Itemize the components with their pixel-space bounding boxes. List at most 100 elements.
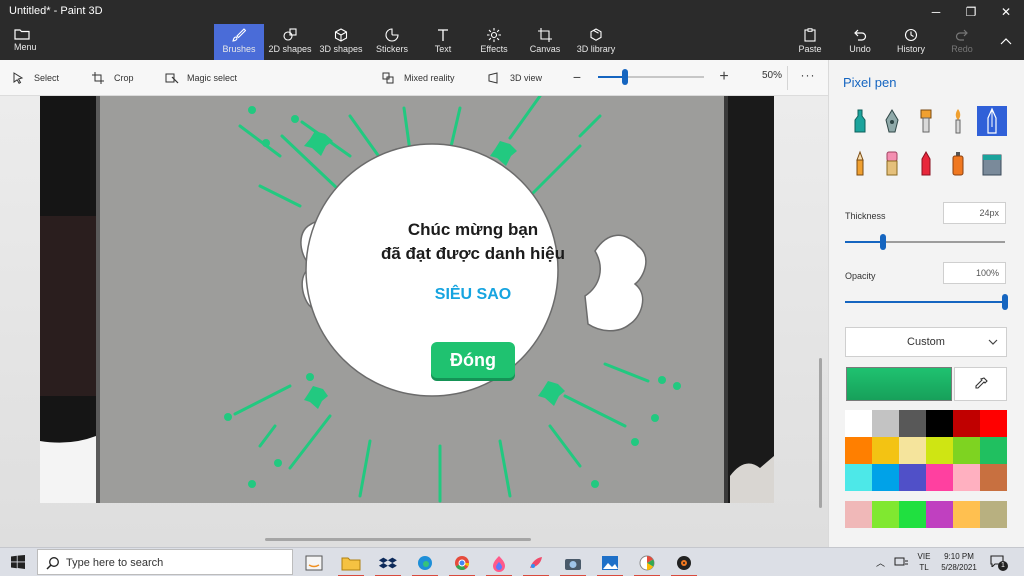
color-swatch[interactable]: [899, 410, 926, 437]
zoom-value[interactable]: 50%: [750, 70, 782, 81]
zoom-slider[interactable]: [598, 69, 704, 85]
taskbar-app-dropbox[interactable]: [372, 548, 404, 576]
color-swatch[interactable]: [845, 410, 872, 437]
minimize-button[interactable]: ─: [919, 0, 953, 24]
tab-stickers[interactable]: Stickers: [370, 24, 414, 60]
eyedropper-button[interactable]: [954, 367, 1007, 401]
taskbar-app-amazon[interactable]: [298, 548, 330, 576]
color-swatch[interactable]: [899, 464, 926, 491]
taskbar-app-paint-3d[interactable]: [520, 548, 552, 576]
vertical-scrollbar[interactable]: [819, 358, 822, 508]
network-icon[interactable]: [893, 555, 909, 569]
undo-button[interactable]: Undo: [846, 24, 874, 60]
popup-close-button[interactable]: Đóng: [431, 342, 515, 378]
zoom-in-button[interactable]: +: [716, 68, 732, 86]
tray-chevron-icon[interactable]: ︿: [876, 556, 885, 569]
custom-color-swatch[interactable]: [953, 501, 980, 528]
tab-brushes[interactable]: Brushes: [214, 24, 264, 60]
camera-icon: [565, 559, 581, 570]
current-color-swatch[interactable]: [846, 367, 952, 401]
taskbar-app-media-player[interactable]: [668, 548, 700, 576]
color-swatch[interactable]: [953, 437, 980, 464]
thickness-input[interactable]: [943, 202, 1006, 224]
taskbar-app-color-app[interactable]: [631, 548, 663, 576]
start-button[interactable]: [0, 548, 36, 576]
more-options-button[interactable]: ···: [800, 68, 816, 82]
tool-pixel-pen[interactable]: [977, 106, 1007, 136]
custom-color-swatch[interactable]: [899, 501, 926, 528]
color-swatch[interactable]: [980, 410, 1007, 437]
color-swatch[interactable]: [872, 410, 899, 437]
horizontal-scrollbar[interactable]: [265, 538, 531, 541]
tab-3d-library[interactable]: 3D library: [574, 24, 618, 60]
redo-button[interactable]: Redo: [948, 24, 976, 60]
tool-marker[interactable]: [845, 106, 875, 136]
pixel-pen-icon: [987, 107, 997, 134]
tab-text[interactable]: Text: [424, 24, 462, 60]
chrome-icon: [455, 556, 470, 570]
color-swatch[interactable]: [980, 437, 1007, 464]
opacity-input[interactable]: [943, 262, 1006, 284]
magic-select-icon: [165, 73, 179, 84]
undo-label: Undo: [849, 44, 871, 54]
canvas-icon: [538, 28, 552, 42]
custom-color-swatch[interactable]: [980, 501, 1007, 528]
tool-eraser[interactable]: [877, 148, 907, 178]
tab-2d-shapes[interactable]: 2D shapes: [266, 24, 314, 60]
opacity-slider[interactable]: [845, 294, 1008, 310]
tab-3d-shapes[interactable]: 3D shapes: [317, 24, 365, 60]
custom-color-swatch[interactable]: [926, 501, 953, 528]
color-swatch[interactable]: [845, 437, 872, 464]
color-swatch[interactable]: [926, 437, 953, 464]
color-swatch[interactable]: [980, 464, 1007, 491]
color-swatch[interactable]: [926, 410, 953, 437]
drawing-canvas[interactable]: Chúc mừng bạn đã đạt được danh hiệu SIÊU…: [40, 96, 774, 503]
taskbar-app-file-explorer[interactable]: [335, 548, 367, 576]
color-swatch[interactable]: [953, 464, 980, 491]
tool-fill[interactable]: [977, 148, 1007, 178]
color-swatch[interactable]: [872, 437, 899, 464]
color-swatch[interactable]: [845, 464, 872, 491]
color-swatch[interactable]: [899, 437, 926, 464]
opacity-slider-thumb[interactable]: [1002, 294, 1008, 310]
color-swatch[interactable]: [953, 410, 980, 437]
thickness-slider[interactable]: [845, 234, 1005, 250]
tool-crayon[interactable]: [911, 148, 941, 178]
custom-color-swatch[interactable]: [872, 501, 899, 528]
tool-spray-can[interactable]: [943, 148, 973, 178]
windows-logo-icon: [11, 555, 25, 569]
taskbar-app-edge[interactable]: [409, 548, 441, 576]
thickness-slider-thumb[interactable]: [880, 234, 887, 250]
tool-watercolor[interactable]: [943, 106, 973, 136]
collapse-ribbon-button[interactable]: [994, 24, 1018, 60]
taskbar-app-photos[interactable]: [594, 548, 626, 576]
taskbar-app-flame-app[interactable]: [483, 548, 515, 576]
paste-label: Paste: [798, 44, 822, 54]
color-swatch[interactable]: [926, 464, 953, 491]
eraser-icon: [886, 151, 898, 176]
tool-calligraphy-pen[interactable]: [877, 106, 907, 136]
paste-button[interactable]: Paste: [796, 24, 824, 60]
color-swatch[interactable]: [872, 464, 899, 491]
custom-color-swatch[interactable]: [845, 501, 872, 528]
tab-stickers-label: Stickers: [375, 44, 408, 54]
tool-pencil[interactable]: [845, 148, 875, 178]
tab-canvas[interactable]: Canvas: [526, 24, 564, 60]
history-button[interactable]: History: [894, 24, 928, 60]
notification-center-button[interactable]: 1: [990, 554, 1008, 571]
tab-effects[interactable]: Effects: [475, 24, 513, 60]
zoom-out-button[interactable]: −: [570, 69, 584, 85]
close-window-button[interactable]: ✕: [989, 0, 1023, 24]
history-icon: [904, 28, 918, 42]
maximize-button[interactable]: ❐: [954, 0, 988, 24]
taskbar-search[interactable]: Type here to search: [37, 549, 293, 575]
clock[interactable]: 9:10 PM 5/28/2021: [936, 551, 982, 573]
input-language[interactable]: VIE TL: [915, 551, 933, 573]
watercolor-icon: [955, 109, 961, 134]
zoom-slider-thumb[interactable]: [621, 69, 628, 85]
taskbar-app-chrome[interactable]: [446, 548, 478, 576]
menu-button[interactable]: Menu: [6, 24, 46, 60]
tool-oil-brush[interactable]: [911, 106, 941, 136]
taskbar-app-camera[interactable]: [557, 548, 589, 576]
color-mode-dropdown[interactable]: Custom: [845, 327, 1007, 357]
